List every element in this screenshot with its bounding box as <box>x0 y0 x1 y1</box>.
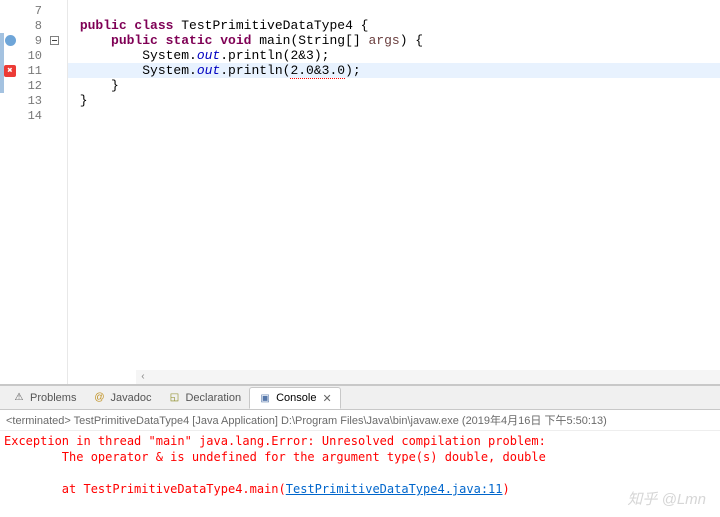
tab-label: Console <box>276 392 316 404</box>
console-icon: ▣ <box>258 391 272 405</box>
fold-toggle-icon[interactable] <box>50 36 59 45</box>
override-icon <box>5 35 16 46</box>
code-line[interactable]: System.out.println(2.0&3.0); <box>68 63 720 78</box>
gutter-row: 14 <box>0 108 67 123</box>
code-line[interactable]: } <box>68 93 720 108</box>
views-tabbar: ⚠ Problems @ Javadoc ◱ Declaration ▣ Con… <box>0 386 720 410</box>
code-line[interactable]: } <box>68 78 720 93</box>
line-number: 12 <box>20 79 44 93</box>
change-bar <box>0 48 4 63</box>
code-editor[interactable]: 78910 ✖ 11121314 public class TestPrimitiv… <box>0 0 720 385</box>
tab-label: Problems <box>30 392 76 404</box>
tab-label: Declaration <box>185 392 241 404</box>
code-area[interactable]: public class TestPrimitiveDataType4 { pu… <box>68 0 720 384</box>
line-number: 11 <box>20 64 44 78</box>
stderr-line <box>4 465 716 481</box>
error-icon: ✖ <box>4 65 16 77</box>
horizontal-scrollbar[interactable]: ‹ <box>136 370 720 384</box>
code-line[interactable]: public class TestPrimitiveDataType4 { <box>68 18 720 33</box>
gutter-row: ✖ 11 <box>0 63 67 78</box>
code-line[interactable] <box>68 108 720 123</box>
terminated-label: <terminated> TestPrimitiveDataType4 [Jav… <box>6 415 607 427</box>
javadoc-icon: @ <box>92 391 106 405</box>
stacktrace-line: at TestPrimitiveDataType4.main(TestPrimi… <box>4 481 716 497</box>
console-header: <terminated> TestPrimitiveDataType4 [Jav… <box>0 410 720 431</box>
tab-console[interactable]: ▣ Console ✕ <box>249 387 341 409</box>
tab-label: Javadoc <box>110 392 151 404</box>
problems-icon: ⚠ <box>12 391 26 405</box>
change-bar <box>0 33 4 48</box>
gutter-row: 10 <box>0 48 67 63</box>
line-number: 14 <box>20 109 44 123</box>
gutter: 78910 ✖ 11121314 <box>0 0 68 384</box>
gutter-row: 8 <box>0 18 67 33</box>
stacktrace-link[interactable]: TestPrimitiveDataType4.java:11 <box>286 482 503 496</box>
tab-javadoc[interactable]: @ Javadoc <box>84 387 159 409</box>
code-line[interactable]: public static void main(String[] args) { <box>68 33 720 48</box>
code-line[interactable]: System.out.println(2&3); <box>68 48 720 63</box>
gutter-row: 13 <box>0 93 67 108</box>
gutter-row: 9 <box>0 33 67 48</box>
gutter-row: 12 <box>0 78 67 93</box>
change-bar <box>0 63 4 78</box>
line-number: 8 <box>20 19 44 33</box>
line-number: 9 <box>20 34 44 48</box>
gutter-row: 7 <box>0 3 67 18</box>
change-bar <box>0 78 4 93</box>
console-output[interactable]: Exception in thread "main" java.lang.Err… <box>0 431 720 499</box>
line-number: 13 <box>20 94 44 108</box>
close-icon[interactable]: ✕ <box>322 392 331 405</box>
declaration-icon: ◱ <box>167 391 181 405</box>
line-number: 10 <box>20 49 44 63</box>
watermark: 知乎 @Lmn <box>627 488 706 509</box>
tab-problems[interactable]: ⚠ Problems <box>4 387 84 409</box>
bottom-pane: ⚠ Problems @ Javadoc ◱ Declaration ▣ Con… <box>0 385 720 517</box>
scroll-left-arrow[interactable]: ‹ <box>136 370 150 384</box>
tab-declaration[interactable]: ◱ Declaration <box>159 387 249 409</box>
stderr-line: The operator & is undefined for the argu… <box>4 449 716 465</box>
stderr-line: Exception in thread "main" java.lang.Err… <box>4 433 716 449</box>
code-line[interactable] <box>68 3 720 18</box>
line-number: 7 <box>20 4 44 18</box>
